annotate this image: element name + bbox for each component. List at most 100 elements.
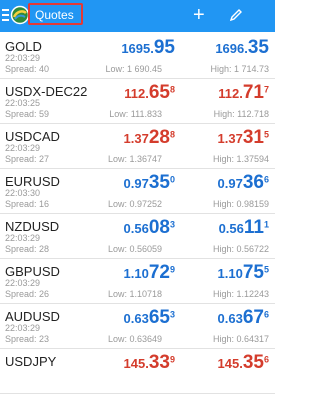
quote-time: 22:03:29: [5, 143, 41, 153]
bid-price: 145.339: [124, 352, 175, 374]
high-value: High: 1.37594: [212, 154, 269, 164]
ask-price-big: 67: [242, 307, 264, 328]
high-value: High: 0.64317: [212, 334, 269, 344]
low-value: Low: 1 690.45: [105, 64, 162, 74]
bid-price: 112.658: [124, 82, 175, 104]
bid-price-main: 0.63: [123, 311, 149, 326]
top-app-bar: Quotes +: [0, 0, 275, 32]
high-value: High: 112.718: [213, 109, 269, 119]
ask-price-main: 1696.: [215, 41, 248, 56]
bid-price: 0.97350: [124, 172, 175, 194]
bid-price: 0.63653: [124, 307, 175, 329]
ask-price-sup: 5: [263, 264, 269, 275]
ask-price-big: 75: [242, 262, 264, 283]
high-value: High: 0.56722: [212, 244, 269, 254]
quote-row[interactable]: GOLD 22:03:29 Spread: 40 1695.95 1696.35 Low:…: [0, 34, 275, 79]
edit-icon[interactable]: [228, 7, 244, 23]
low-value: Low: 0.63649: [107, 334, 162, 344]
symbol-name: GOLD: [5, 39, 42, 54]
ask-price: 145.356: [218, 352, 269, 374]
ask-price: 112.717: [218, 82, 269, 104]
bid-price-main: 0.56: [123, 221, 149, 236]
ask-price-sup: 7: [263, 84, 269, 95]
ask-price-sup: 6: [263, 174, 269, 185]
ask-price: 0.63676: [218, 307, 269, 329]
add-icon[interactable]: +: [193, 5, 205, 25]
bid-price: 1695.95: [121, 37, 175, 59]
quote-row[interactable]: AUDUSD 22:03:29 Spread: 23 0.63653 0.63676 Lo…: [0, 304, 275, 349]
bid-price: 0.56083: [124, 217, 175, 239]
symbol-name: USDCAD: [5, 129, 60, 144]
bid-price-main: 1695.: [121, 41, 154, 56]
low-value: Low: 1.36747: [107, 154, 162, 164]
bid-price-main: 1.10: [123, 266, 149, 281]
bid-price-sup: 3: [169, 219, 175, 230]
low-value: Low: 111.833: [109, 109, 162, 119]
menu-icon[interactable]: [2, 9, 9, 22]
spread-value: Spread: 59: [5, 109, 50, 119]
quote-time: 22:03:25: [5, 98, 41, 108]
bid-price: 1.10729: [124, 262, 175, 284]
bid-price-big: 72: [148, 262, 170, 283]
quote-time: 22:03:30: [5, 188, 41, 198]
ask-price-main: 1.37: [217, 131, 243, 146]
quote-row[interactable]: USDJPY 145.339 145.356: [0, 349, 275, 394]
symbol-name: USDX-DEC22: [5, 84, 88, 99]
bid-price-big: 65: [148, 82, 170, 103]
quote-time: 22:03:29: [5, 53, 41, 63]
spread-value: Spread: 27: [5, 154, 50, 164]
bid-price-big: 35: [148, 172, 170, 193]
ask-price-big: 11: [243, 217, 264, 238]
bid-price-big: 65: [148, 307, 170, 328]
ask-price: 1696.35: [215, 37, 269, 59]
quotes-list: GOLD 22:03:29 Spread: 40 1695.95 1696.35 Low:…: [0, 34, 275, 394]
quote-time: 22:03:29: [5, 278, 41, 288]
ask-price-main: 0.56: [218, 221, 244, 236]
bid-price-main: 1.37: [123, 131, 149, 146]
ask-price: 1.37315: [218, 127, 269, 149]
app-logo-icon: [10, 5, 30, 25]
low-value: Low: 0.97252: [107, 199, 162, 209]
quote-time: 22:03:29: [5, 323, 41, 333]
high-value: High: 1 714.73: [210, 64, 269, 74]
symbol-name: EURUSD: [5, 174, 60, 189]
ask-price-big: 36: [242, 172, 264, 193]
bid-price-big: 33: [148, 352, 170, 373]
ask-price-main: 145.: [217, 356, 243, 371]
bid-price-big: 95: [153, 37, 175, 58]
symbol-name: GBPUSD: [5, 264, 60, 279]
ask-price-sup: 6: [263, 354, 269, 365]
quote-row[interactable]: GBPUSD 22:03:29 Spread: 26 1.10729 1.10755 Lo…: [0, 259, 275, 304]
high-value: High: 0.98159: [212, 199, 269, 209]
quote-row[interactable]: USDCAD 22:03:29 Spread: 27 1.37288 1.37315 Lo…: [0, 124, 275, 169]
ask-price-sup: 6: [263, 309, 269, 320]
bid-price-sup: 9: [169, 264, 175, 275]
bid-price-sup: 8: [169, 84, 175, 95]
ask-price-sup: 1: [263, 219, 269, 230]
ask-price-main: 112.: [218, 86, 243, 101]
symbol-name: AUDUSD: [5, 309, 60, 324]
low-value: Low: 0.56059: [107, 244, 162, 254]
spread-value: Spread: 28: [5, 244, 50, 254]
quote-row[interactable]: USDX-DEC22 22:03:25 Spread: 59 112.658 112.7…: [0, 79, 275, 124]
ask-price: 0.56111: [219, 217, 269, 239]
spread-value: Spread: 23: [5, 334, 50, 344]
bid-price-main: 112.: [124, 86, 149, 101]
spread-value: Spread: 16: [5, 199, 50, 209]
bid-price-sup: 9: [169, 354, 175, 365]
bid-price-big: 08: [148, 217, 170, 238]
ask-price-big: 31: [242, 127, 264, 148]
high-value: High: 1.12243: [212, 289, 269, 299]
bid-price-sup: 0: [169, 174, 175, 185]
quote-row[interactable]: NZDUSD 22:03:29 Spread: 28 0.56083 0.56111 Lo…: [0, 214, 275, 259]
quote-row[interactable]: EURUSD 22:03:30 Spread: 16 0.97350 0.97 366 Lo…: [0, 169, 275, 214]
highlight-box: [28, 3, 83, 25]
symbol-name: NZDUSD: [5, 219, 60, 234]
ask-price-main: 1.10: [217, 266, 243, 281]
bid-price-main: 0.97: [123, 176, 149, 191]
ask-price-big: 35: [242, 352, 264, 373]
low-value: Low: 1.10718: [107, 289, 162, 299]
spread-value: Spread: 26: [5, 289, 50, 299]
bid-price-sup: 3: [169, 309, 175, 320]
ask-price: 1.10755: [218, 262, 269, 284]
